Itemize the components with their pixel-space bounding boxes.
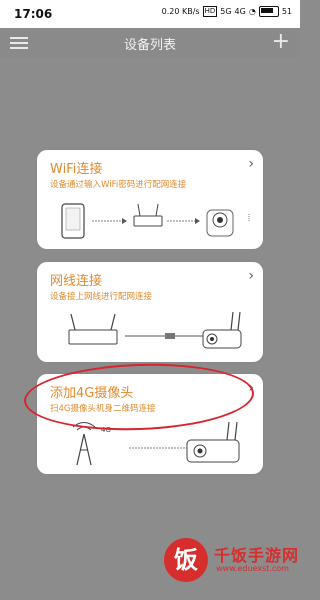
watermark-emblem: 饭 xyxy=(164,538,208,582)
watermark-url: www.eduexst.com xyxy=(216,564,289,573)
4g-badge: 4G xyxy=(101,426,111,434)
add-icon[interactable]: + xyxy=(272,31,290,53)
wifi-connect-card[interactable]: WiFi连接 设备通过输入WiFi密码进行配网连接 › xyxy=(37,150,263,249)
battery-level: 51 xyxy=(281,7,292,16)
battery-icon xyxy=(258,6,279,17)
watermark-logo: 饭 千饭手游网 www.eduexst.com xyxy=(160,530,300,600)
status-bar: 17:06 0.20 KB/s HD 5G 4G ◔ 51 xyxy=(0,0,300,28)
watermark-name: 千饭手游网 xyxy=(214,546,300,565)
ethernet-setup-illustration xyxy=(68,311,242,349)
chevron-right-icon: › xyxy=(248,380,254,396)
chevron-right-icon: › xyxy=(248,268,254,284)
signal-5g: 5G xyxy=(220,7,232,16)
ethernet-connect-card[interactable]: 网线连接 设备接上网线进行配网连接 › xyxy=(37,262,263,362)
app-header: 设备列表 + xyxy=(0,28,300,58)
status-time: 17:06 xyxy=(14,7,53,21)
card-subtitle: 设备通过输入WiFi密码进行配网连接 xyxy=(50,180,187,190)
signal-4g: 4G xyxy=(234,7,246,16)
card-subtitle: 设备接上网线进行配网连接 xyxy=(50,292,153,302)
4g-camera-card[interactable]: 添加4G摄像头 扫4G摄像头机身二维码连接 › 4G xyxy=(37,374,263,474)
hd-badge: HD xyxy=(202,6,218,17)
network-speed: 0.20 KB/s xyxy=(161,7,200,16)
wifi-setup-illustration xyxy=(61,203,250,239)
status-icons: 0.20 KB/s HD 5G 4G ◔ 51 xyxy=(162,6,292,17)
wifi-icon: ◔ xyxy=(248,7,256,16)
card-subtitle: 扫4G摄像头机身二维码连接 xyxy=(50,404,156,414)
card-title: 网线连接 xyxy=(50,274,103,289)
page-title: 设备列表 xyxy=(123,38,176,53)
card-title: WiFi连接 xyxy=(50,162,103,177)
chevron-right-icon: › xyxy=(248,156,254,172)
card-title: 添加4G摄像头 xyxy=(50,386,134,401)
4g-setup-illustration: 4G xyxy=(72,421,240,466)
